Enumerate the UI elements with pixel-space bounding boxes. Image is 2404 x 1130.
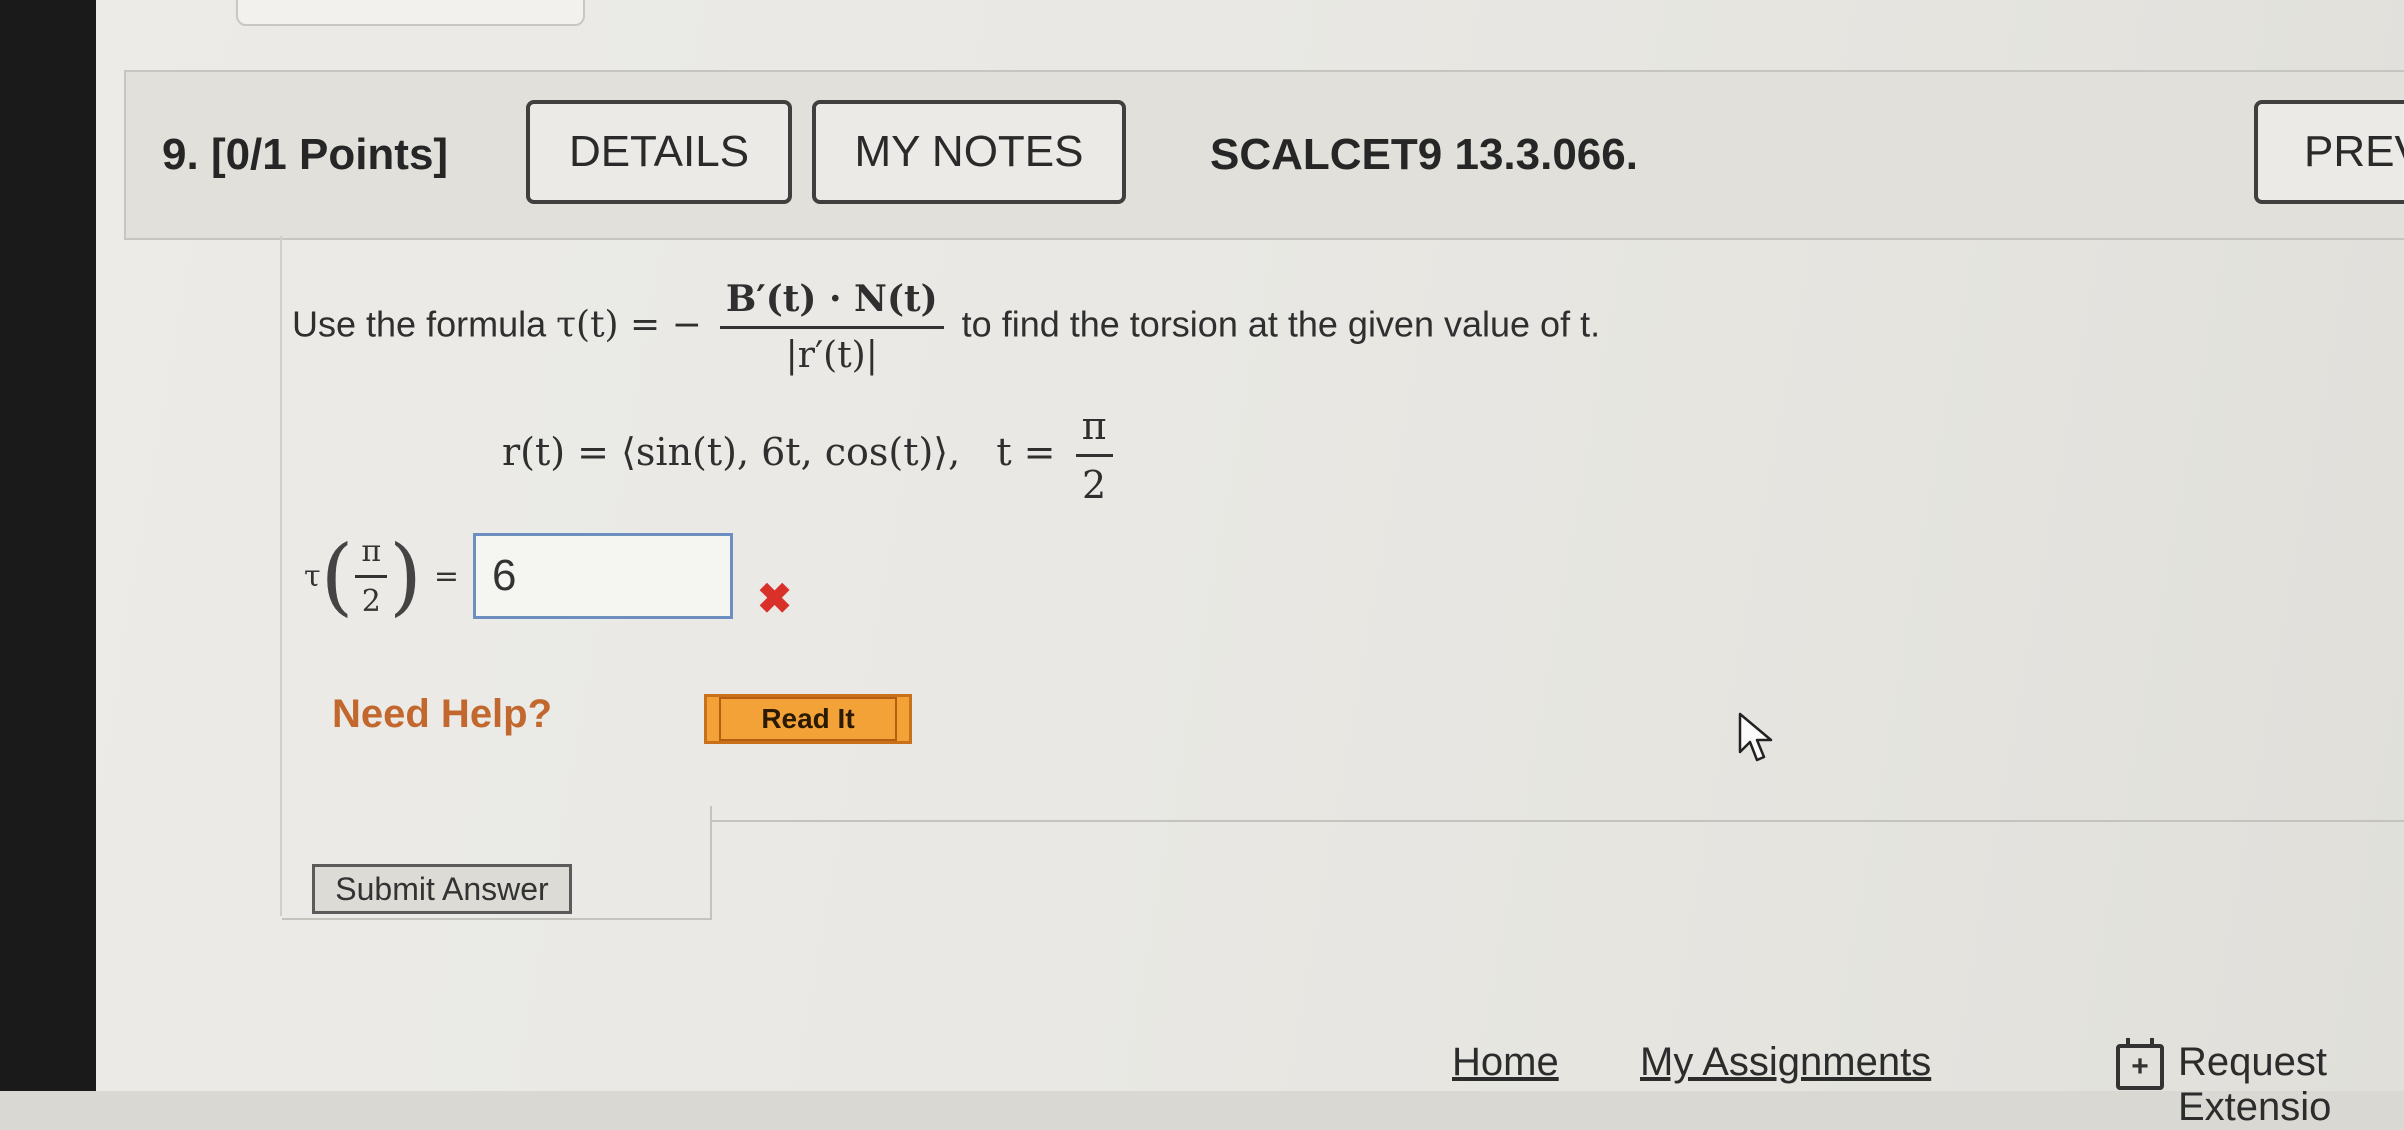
read-it-button[interactable]: Read It <box>704 694 912 744</box>
question-number-points: 9. [0/1 Points] <box>162 130 448 180</box>
t-value-numerator: π <box>1075 404 1113 457</box>
t-value-denominator: 2 <box>1082 463 1107 507</box>
mouse-pointer-icon <box>1738 712 1773 762</box>
answer-label: τ ( π 2 ) = <box>304 534 459 619</box>
question-prompt: Use the formula τ(t) = − B′(t) · N(t) |r… <box>292 278 1600 376</box>
my-notes-button[interactable]: MY NOTES <box>812 100 1126 204</box>
torsion-formula-fraction: B′(t) · N(t) |r′(t)| <box>719 278 944 376</box>
position-vector: r(t) = ⟨sin(t), 6t, cos(t)⟩, <box>502 430 961 474</box>
t-value-fraction: π 2 <box>1075 404 1113 507</box>
answer-fraction: π 2 <box>355 534 388 619</box>
question-source: SCALCET9 13.3.066. <box>1210 130 1638 179</box>
answer-fraction-denominator: 2 <box>361 583 381 619</box>
t-equals: t = <box>996 430 1056 474</box>
details-button[interactable]: DETAILS <box>526 100 792 204</box>
prompt-trail: to find the torsion at the given value o… <box>961 303 1601 345</box>
calendar-plus-icon[interactable]: + <box>2116 1038 2164 1090</box>
right-paren: ) <box>389 527 422 625</box>
home-link[interactable]: Home <box>1452 1040 1559 1085</box>
screen: 9. [0/1 Points] DETAILS MY NOTES SCALCET… <box>96 0 2404 1129</box>
question-points: [0/1 Points] <box>210 130 449 179</box>
my-assignments-link[interactable]: My Assignments <box>1640 1040 1931 1085</box>
section-divider <box>710 820 2404 822</box>
question-header: 9. [0/1 Points] DETAILS MY NOTES SCALCET… <box>124 70 2404 240</box>
prompt-lead: Use the formula <box>292 303 557 345</box>
formula-lhs: τ(t) = − <box>556 304 702 346</box>
answer-input[interactable]: 6 <box>473 533 734 619</box>
submit-area: Submit Answer <box>282 806 712 920</box>
given-function: r(t) = ⟨sin(t), 6t, cos(t)⟩, t = π 2 <box>502 404 1121 507</box>
question-number: 9. <box>162 130 199 179</box>
submit-answer-button[interactable]: Submit Answer <box>312 864 572 914</box>
prev-button[interactable]: PREV <box>2254 100 2404 204</box>
request-extension-link[interactable]: Request Extensio <box>2178 1040 2404 1130</box>
need-help-label: Need Help? <box>332 692 553 736</box>
monitor-bezel <box>0 0 96 1091</box>
left-paren: ( <box>320 527 354 625</box>
previous-panel-edge <box>236 0 585 26</box>
answer-fraction-numerator: π <box>355 534 388 578</box>
formula-denominator: |r′(t)| <box>785 335 878 376</box>
incorrect-x-icon: ✖ <box>757 574 793 622</box>
formula-numerator: B′(t) · N(t) <box>719 278 944 329</box>
answer-row: τ ( π 2 ) = 6 ✖ <box>304 516 792 636</box>
equals-sign: = <box>433 558 460 594</box>
read-it-label: Read It <box>719 697 897 741</box>
tau-symbol: τ <box>304 558 321 594</box>
question-content: Use the formula τ(t) = − B′(t) · N(t) |r… <box>280 236 2404 920</box>
